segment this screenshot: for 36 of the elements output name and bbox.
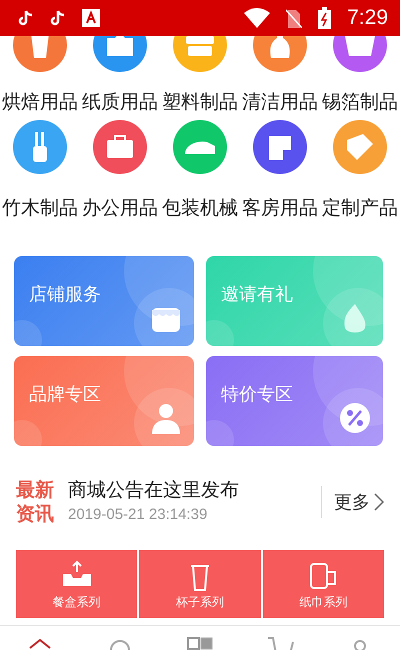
series-label: 杯子系列 xyxy=(176,594,224,610)
promo-card[interactable]: 店铺服务 xyxy=(14,256,194,346)
more-button[interactable]: 更多 xyxy=(321,486,384,518)
battery-charging-icon xyxy=(318,7,332,29)
chevron-right-icon xyxy=(374,493,384,511)
music-note-icon xyxy=(50,9,66,27)
no-sim-icon xyxy=(286,8,302,28)
category-label[interactable]: 办公用品 xyxy=(82,196,158,220)
category-label[interactable]: 客房用品 xyxy=(242,196,318,220)
wifi-icon xyxy=(244,8,270,28)
news-tag-label: 最新 xyxy=(16,478,54,502)
series-label: 餐盒系列 xyxy=(52,594,101,610)
news-date: 2019-05-21 23:14:39 xyxy=(68,505,208,525)
promo-title: 特价专区 xyxy=(221,383,293,406)
category-label[interactable]: 纸质用品 xyxy=(82,90,158,114)
percent-badge-icon xyxy=(337,400,373,436)
category-icon[interactable] xyxy=(173,120,227,174)
category-icon[interactable] xyxy=(253,120,307,174)
category-label[interactable]: 定制产品 xyxy=(322,196,398,220)
news-tag-label: 资讯 xyxy=(16,502,54,526)
promo-title: 品牌专区 xyxy=(29,383,101,406)
clock-time: 7:29 xyxy=(347,6,388,30)
category-icon[interactable] xyxy=(93,120,147,174)
category-label[interactable]: 竹木制品 xyxy=(2,196,78,220)
news-headline[interactable]: 商城公告在这里发布 xyxy=(68,477,321,503)
category-label[interactable]: 清洁用品 xyxy=(242,90,318,114)
promo-title: 店铺服务 xyxy=(29,283,101,306)
promo-title: 邀请有礼 xyxy=(221,283,293,306)
category-label[interactable]: 烘焙用品 xyxy=(2,90,78,114)
series-label: 纸巾系列 xyxy=(299,594,348,610)
music-note-icon xyxy=(18,9,34,27)
app-notification-icon xyxy=(82,9,100,27)
category-label[interactable]: 锡箔制品 xyxy=(322,90,398,114)
category-icon[interactable] xyxy=(13,120,67,174)
category-label[interactable]: 包装机械 xyxy=(162,196,238,220)
category-label[interactable]: 塑料制品 xyxy=(162,90,238,114)
